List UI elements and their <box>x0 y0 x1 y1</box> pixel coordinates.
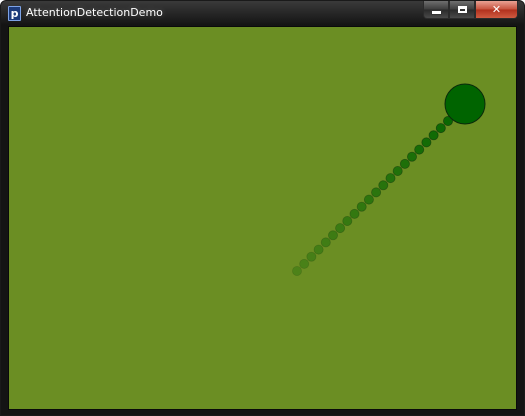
trail-dot <box>414 144 425 155</box>
app-icon-glyph: p <box>10 7 19 20</box>
trail-dot <box>435 123 446 134</box>
trail-dot <box>399 158 410 169</box>
trail-dot <box>291 265 302 276</box>
minimize-button[interactable] <box>423 1 449 19</box>
trail-dot <box>313 244 324 255</box>
trail-dot <box>392 165 403 176</box>
trail-dot <box>428 130 439 141</box>
trail-dot <box>327 230 338 241</box>
close-button[interactable]: ✕ <box>475 1 518 19</box>
trail-dot <box>342 215 353 226</box>
target-circle <box>444 83 486 125</box>
attention-trail <box>291 116 453 276</box>
maximize-icon <box>457 6 467 13</box>
trail-dot <box>406 151 417 162</box>
minimize-icon <box>430 10 442 15</box>
trail-dot <box>299 258 310 269</box>
trail-dot <box>335 223 346 234</box>
trail-dot <box>306 251 317 262</box>
scene-drawing <box>291 83 486 276</box>
trail-dot <box>378 180 389 191</box>
sketch-canvas[interactable] <box>9 27 516 409</box>
trail-dot <box>356 201 367 212</box>
trail-dot <box>363 194 374 205</box>
trail-dot <box>371 187 382 198</box>
trail-dot <box>320 237 331 248</box>
caption-buttons: ✕ <box>423 1 518 19</box>
processing-app-icon[interactable]: p <box>8 6 21 21</box>
window-title: AttentionDetectionDemo <box>26 6 163 19</box>
trail-dot <box>385 173 396 184</box>
trail-dot <box>349 208 360 219</box>
app-window: p AttentionDetectionDemo ✕ <box>0 0 525 416</box>
maximize-button[interactable] <box>449 1 475 19</box>
close-icon: ✕ <box>491 3 502 16</box>
title-bar[interactable]: p AttentionDetectionDemo ✕ <box>1 1 524 25</box>
trail-dot <box>421 137 432 148</box>
